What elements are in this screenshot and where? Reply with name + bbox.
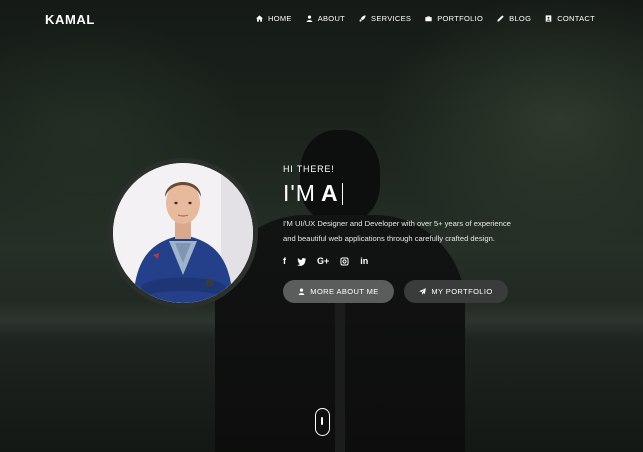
hero-headline: I'M A [283,180,563,207]
nav-item-label: SERVICES [371,14,412,23]
more-about-me-button[interactable]: MORE ABOUT ME [283,280,394,303]
button-label: MY PORTFOLIO [431,287,493,296]
pencil-icon [497,15,504,22]
instagram-icon[interactable] [340,256,349,266]
contact-card-icon [545,15,552,22]
twitter-icon[interactable] [297,257,306,266]
user-icon [298,288,305,295]
nav-item-blog[interactable]: BLOG [497,14,531,23]
user-icon [306,15,313,22]
google-plus-icon[interactable]: G+ [317,256,329,266]
hero-bio-line: I'M UI/UX Designer and Developer with ov… [283,219,511,228]
scroll-wheel [321,417,323,425]
nav-item-about[interactable]: ABOUT [306,14,345,23]
my-portfolio-button[interactable]: MY PORTFOLIO [404,280,508,303]
nav-item-label: PORTFOLIO [437,14,484,23]
nav-item-label: CONTACT [557,14,595,23]
hero-intro: HI THERE! I'M A I'M UI/UX Designer and D… [283,164,563,266]
typing-cursor [341,182,343,205]
nav-item-home[interactable]: HOME [256,14,292,23]
nav-item-portfolio[interactable]: PORTFOLIO [425,14,483,23]
linkedin-icon[interactable]: in [360,256,368,266]
nav-links: HOME ABOUT SERVICES PORTFOLIO BLOG CONTA… [256,14,595,23]
nav-item-services[interactable]: SERVICES [359,14,411,23]
headline-prefix: I'M [283,180,316,206]
scroll-down-indicator[interactable] [315,408,330,436]
home-icon [256,15,263,22]
rocket-icon [359,15,366,22]
hero-greeting: HI THERE! [283,164,335,174]
navbar: KAMAL HOME ABOUT SERVICES PORTFOLIO BLOG… [0,0,643,40]
briefcase-icon [425,16,432,22]
nav-item-label: HOME [268,14,292,23]
profile-avatar [113,163,253,303]
facebook-icon[interactable]: f [283,256,286,266]
nav-item-label: BLOG [509,14,532,23]
button-label: MORE ABOUT ME [310,287,379,296]
nav-item-label: ABOUT [317,14,346,23]
hero-bio: I'M UI/UX Designer and Developer with ov… [283,216,543,246]
headline-typed-text: A [320,180,339,206]
brand-logo[interactable]: KAMAL [45,12,95,27]
profile-photo [113,163,253,303]
profile-avatar-ring [108,158,258,308]
social-links: f G+ in [283,256,563,266]
hero-bio-line: and beautiful web applications through c… [283,234,495,243]
nav-item-contact[interactable]: CONTACT [545,14,595,23]
paper-plane-icon [419,288,427,295]
